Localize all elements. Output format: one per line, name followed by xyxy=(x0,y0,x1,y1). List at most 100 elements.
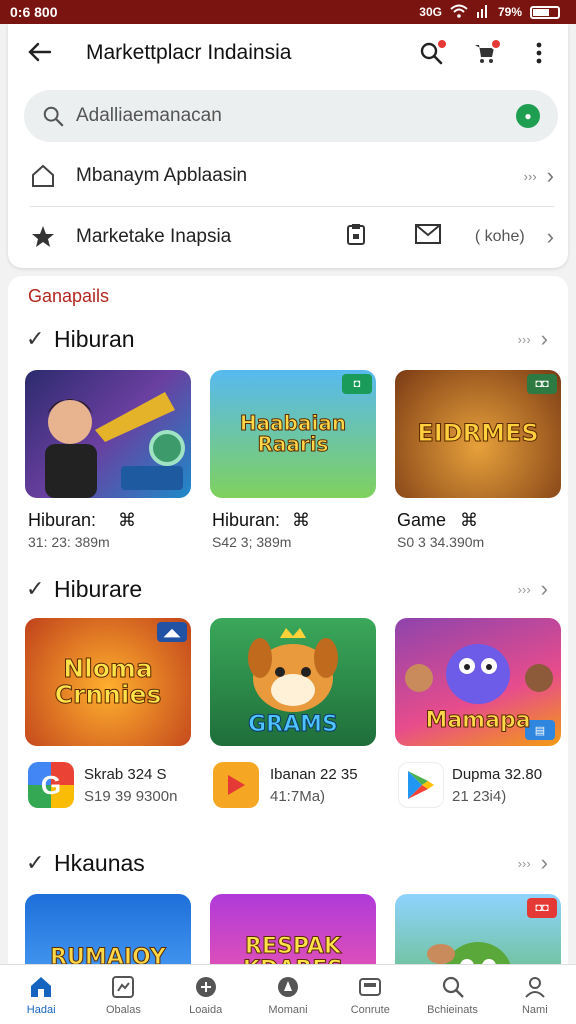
check-icon: ✓ xyxy=(26,576,45,601)
microphone-icon[interactable]: ● xyxy=(516,104,540,128)
search-input[interactable]: Adalliaemanacan xyxy=(64,105,516,127)
app-tile[interactable]: ▤ Mamapa xyxy=(395,618,561,746)
nav-item-books[interactable]: Conrute xyxy=(329,965,411,1024)
nav-label: Loaida xyxy=(189,1003,223,1016)
app-title: Hiburan: xyxy=(28,510,97,530)
app-tile[interactable]: RUMAIOY xyxy=(25,894,191,964)
app-name: Skrab 324 S xyxy=(84,766,167,783)
tile-badge: ◘ xyxy=(342,374,372,394)
cart-button[interactable] xyxy=(472,38,502,66)
app-tile[interactable]: ◘◘ EIDRMES xyxy=(395,370,561,498)
chevron-right-icon: › xyxy=(540,326,548,351)
app-meta: 41:7Ma) xyxy=(270,787,326,805)
app-name: Ibanan 22 35 xyxy=(270,766,358,783)
chevron-right-icon: › xyxy=(546,224,554,249)
menu-item-label: Mbanaym Apblaasin xyxy=(76,165,248,186)
app-title: Game xyxy=(397,510,447,530)
app-icon[interactable]: G xyxy=(28,762,74,808)
app-tile[interactable]: GRAMS xyxy=(210,618,376,746)
notification-dot xyxy=(436,38,448,50)
tile-art-text: RUMAIOY xyxy=(50,945,167,964)
tile-art-text: EIDRMES xyxy=(417,419,539,448)
content-panel: Ganapails ✓ Hiburan ››› › ◘ Haabaian Raa… xyxy=(8,276,568,964)
controller-icon: ⌘ xyxy=(292,510,310,530)
app-tile[interactable] xyxy=(25,370,191,498)
menu-item-label: Marketake Inapsia xyxy=(76,226,232,247)
home-icon xyxy=(28,974,54,1000)
person-icon xyxy=(522,974,548,1000)
tile-art-text: Mamapa xyxy=(425,707,531,733)
more-indicator: ››› xyxy=(517,855,531,871)
check-icon: ✓ xyxy=(26,850,45,875)
network-label: 30G xyxy=(419,5,442,19)
nav-item-search[interactable]: Bchieinats xyxy=(411,965,493,1024)
play-icon[interactable] xyxy=(213,762,259,808)
search-bar[interactable]: Adalliaemanacan ● xyxy=(24,90,558,142)
app-tile[interactable]: ◘ Haabaian Raaris xyxy=(210,370,376,498)
more-indicator: ››› xyxy=(523,168,537,184)
tile-art-text: GRAMS xyxy=(248,711,339,737)
controller-icon: ⌘ xyxy=(460,510,478,530)
section-title: Hiburan xyxy=(54,325,135,352)
home-icon xyxy=(32,164,54,187)
nav-item-home[interactable]: Hadai xyxy=(0,965,82,1024)
cart-badge xyxy=(490,38,502,50)
section-header[interactable]: ✓ Hiburare ››› › xyxy=(26,574,548,604)
app-title: Hiburan: xyxy=(212,510,281,530)
nav-label: Conrute xyxy=(350,1003,390,1016)
mail-icon[interactable] xyxy=(414,224,441,250)
menu-item-marketplace[interactable]: Marketake Inapsia ( kohe) › xyxy=(8,207,568,267)
nav-label: Bchieinats xyxy=(427,1003,478,1016)
menu-item-extra: ( kohe) xyxy=(474,228,525,245)
app-meta: 31: 23: 389m xyxy=(28,534,110,550)
gamepad-icon xyxy=(193,974,219,1000)
app-meta: S42 3; 389m xyxy=(212,534,292,550)
character-illustration xyxy=(45,392,185,498)
app-bar: Markettplacr Indainsia xyxy=(8,24,568,82)
nav-item-movies[interactable]: Momani xyxy=(247,965,329,1024)
tile-art-text: Nloma Crnnies xyxy=(54,653,162,709)
bottom-navigation: Hadai Obalas Loaida Momani Conrute Bchie… xyxy=(0,964,576,1024)
menu-item-apps[interactable]: Mbanaym Apblaasin ››› › xyxy=(8,146,568,206)
app-tile[interactable]: RESPAK KDARES xyxy=(210,894,376,964)
nav-item-profile[interactable]: Nami xyxy=(494,965,576,1024)
battery-icon xyxy=(530,5,560,19)
section-header[interactable]: ✓ Hiburan ››› › xyxy=(26,324,548,354)
more-indicator: ››› xyxy=(517,581,531,597)
status-bar: 0:6 800 30G 79% xyxy=(0,0,576,24)
compass-icon xyxy=(275,974,301,1000)
app-meta: S19 39 9300n xyxy=(84,787,178,805)
chevron-right-icon: › xyxy=(540,850,548,875)
section-title: Hiburare xyxy=(54,575,143,602)
nav-label: Momani xyxy=(268,1003,308,1016)
wifi-icon xyxy=(450,4,468,21)
app-meta: 21 23i4) xyxy=(452,787,507,805)
controller-icon: ⌘ xyxy=(118,510,136,530)
app-tile[interactable]: ◢◣ Nloma Crnnies xyxy=(25,618,191,746)
chevron-right-icon: › xyxy=(546,163,554,188)
chevron-right-icon: › xyxy=(540,576,548,601)
section-title: Hkaunas xyxy=(54,849,145,876)
tablet-icon xyxy=(357,974,383,1000)
back-arrow-icon[interactable] xyxy=(28,38,64,69)
signal-icon xyxy=(476,4,490,21)
search-button[interactable] xyxy=(418,38,448,66)
nav-item-apps[interactable]: Obalas xyxy=(82,965,164,1024)
search-icon xyxy=(440,974,466,1000)
play-store-icon[interactable] xyxy=(398,762,444,808)
tile-art-text: RESPAK KDARES xyxy=(242,933,343,964)
clipboard-icon[interactable] xyxy=(345,222,367,252)
nav-label: Hadai xyxy=(26,1003,56,1016)
app-tile[interactable]: ◘◘ xyxy=(395,894,561,964)
check-icon: ✓ xyxy=(26,326,45,351)
nav-item-games[interactable]: Loaida xyxy=(165,965,247,1024)
section-header[interactable]: ✓ Hkaunas ››› › xyxy=(26,848,548,878)
status-time: 0:6 800 xyxy=(10,4,58,20)
app-info: Dupma 32.80 21 23i4) xyxy=(452,764,542,808)
page-title: Markettplacr Indainsia xyxy=(86,41,292,64)
creature-illustration xyxy=(427,942,511,964)
status-icons: 30G 79% xyxy=(419,4,560,21)
app-info: Skrab 324 S S19 39 9300n xyxy=(84,764,177,808)
more-options-icon[interactable] xyxy=(526,40,552,66)
star-icon xyxy=(32,226,54,247)
